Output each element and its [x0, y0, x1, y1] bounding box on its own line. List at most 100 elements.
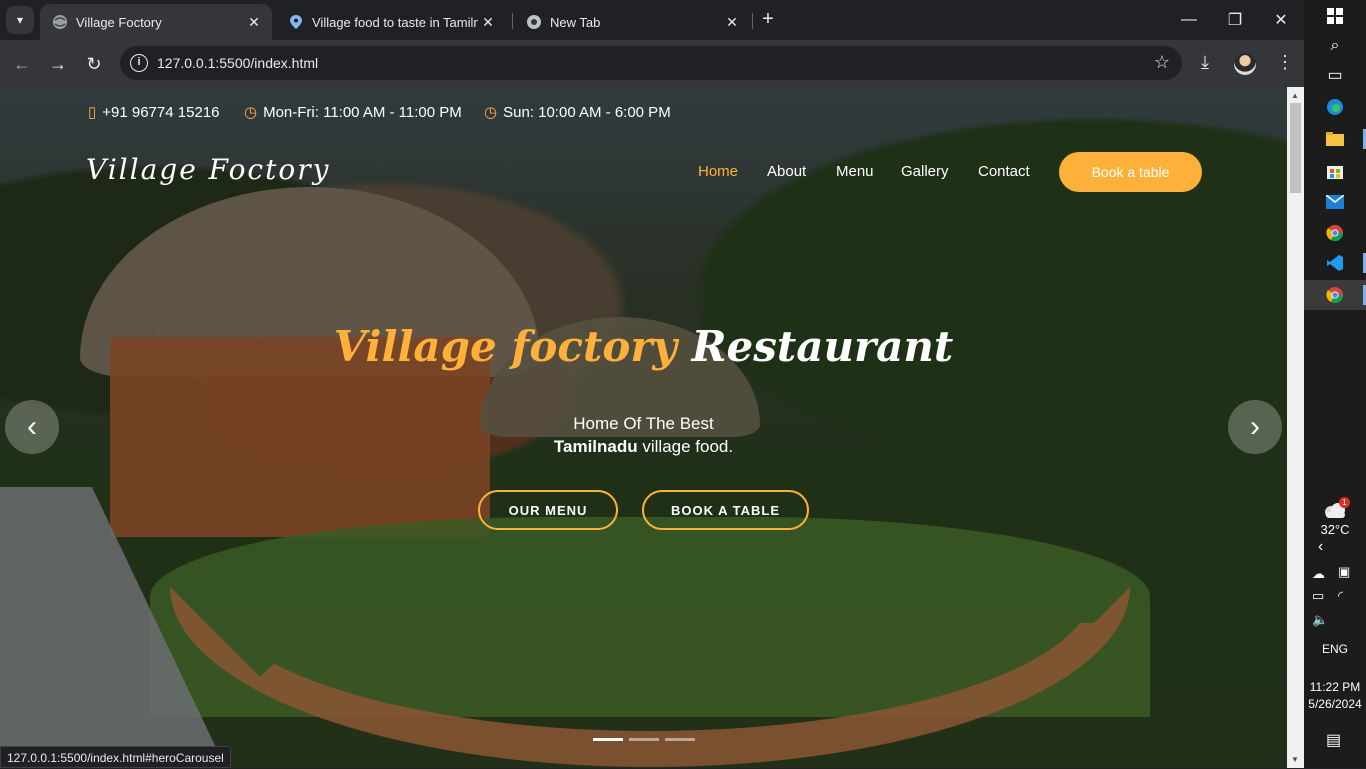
chevron-right-icon: › — [1250, 410, 1260, 443]
clock-date[interactable]: 5/26/2024 — [1304, 697, 1366, 711]
chrome-icon — [526, 14, 542, 30]
address-bar[interactable]: i 127.0.0.1:5500/index.html ☆ — [120, 46, 1182, 80]
hero-book-table-button[interactable]: BOOK A TABLE — [642, 490, 809, 530]
hero-subtitle-line1: Home Of The Best — [573, 414, 714, 433]
notifications-icon[interactable]: ▤ — [1326, 730, 1341, 750]
vscode-icon[interactable] — [1323, 251, 1347, 275]
hero-subtitle-rest: village food. — [637, 437, 734, 456]
notification-app-icon[interactable]: ▣ — [1338, 564, 1350, 580]
minimize-icon: — — [1181, 11, 1197, 28]
nav-about[interactable]: About — [767, 163, 806, 180]
chevron-left-icon: ‹ — [27, 410, 37, 443]
hero-title-rest: Restaurant — [691, 322, 954, 371]
carousel-indicator-3[interactable] — [665, 738, 695, 741]
close-tab-icon[interactable]: ✕ — [478, 14, 498, 31]
globe-icon — [52, 14, 68, 30]
chevron-down-icon: ▾ — [16, 13, 24, 27]
restore-icon: ❐ — [1227, 12, 1243, 29]
page-scrollbar[interactable]: ▲ ▼ — [1287, 87, 1304, 768]
battery-icon[interactable]: ▭ — [1312, 588, 1324, 604]
edge-icon[interactable] — [1323, 95, 1347, 119]
nav-home[interactable]: Home — [698, 163, 738, 180]
contact-sunday-hours: ◷ Sun: 10:00 AM - 6:00 PM — [484, 103, 671, 122]
clock-icon: ◷ — [244, 104, 258, 121]
nav-gallery[interactable]: Gallery — [901, 163, 949, 180]
arrow-left-icon: ← — [13, 53, 31, 74]
nav-contact[interactable]: Contact — [978, 163, 1030, 180]
scroll-down-arrow-icon[interactable]: ▼ — [1291, 755, 1299, 764]
hero-title: Village foctory Restaurant — [0, 322, 1287, 371]
tab-village-foctory[interactable]: Village Foctory ✕ — [40, 4, 272, 40]
download-icon[interactable]: ⤓ — [1201, 52, 1209, 73]
restore-button[interactable]: ❐ — [1212, 0, 1258, 40]
volume-icon[interactable]: 🔈 — [1312, 612, 1328, 628]
chrome-profile-icon[interactable] — [1323, 283, 1347, 307]
search-icon[interactable]: ⌕ — [1323, 34, 1347, 58]
store-icon[interactable] — [1323, 159, 1347, 183]
scrollbar-thumb[interactable] — [1290, 103, 1301, 193]
scroll-up-arrow-icon[interactable]: ▲ — [1291, 91, 1299, 100]
menu-dots-icon[interactable]: ⋮ — [1276, 52, 1294, 73]
clock-time[interactable]: 11:22 PM — [1304, 680, 1366, 694]
carousel-indicator-1[interactable] — [593, 738, 623, 741]
close-tab-icon[interactable]: ✕ — [244, 14, 264, 31]
browser-window: ▾ Village Foctory ✕ Village food to tast… — [0, 0, 1304, 768]
info-icon[interactable]: i — [130, 54, 148, 72]
windows-start-icon[interactable] — [1323, 4, 1347, 28]
site-logo[interactable]: Village Foctory — [86, 153, 330, 186]
tab-title: New Tab — [550, 14, 601, 30]
weather-cloud-icon: 1 — [1304, 497, 1366, 522]
chrome-icon[interactable] — [1323, 221, 1347, 245]
mail-icon[interactable] — [1323, 190, 1347, 214]
contact-phone: ▯ +91 96774 15216 — [88, 103, 220, 122]
close-window-button[interactable]: ✕ — [1258, 0, 1304, 40]
wifi-icon[interactable]: ◜ — [1338, 588, 1343, 604]
reload-button[interactable]: ↻ — [80, 50, 108, 78]
tab-separator — [752, 13, 753, 29]
tab-village-food[interactable]: Village food to taste in Tamilnadu ✕ — [276, 4, 506, 40]
carousel-indicator-2[interactable] — [629, 738, 659, 741]
tab-search-button[interactable]: ▾ — [6, 6, 34, 34]
forward-button[interactable]: → — [44, 50, 72, 78]
page-viewport: ▯ +91 96774 15216 ◷ Mon-Fri: 11:00 AM - … — [0, 87, 1287, 768]
hero-subtitle-bold: Tamilnadu — [553, 437, 638, 456]
browser-toolbar: ← → ↻ i 127.0.0.1:5500/index.html ☆ ⤓ ⋮ — [0, 40, 1304, 87]
close-tab-icon[interactable]: ✕ — [722, 14, 742, 31]
tab-bar: ▾ Village Foctory ✕ Village food to tast… — [0, 0, 1304, 40]
status-bar-url: 127.0.0.1:5500/index.html#heroCarousel — [0, 746, 231, 768]
hero-title-accent: Village foctory — [333, 322, 677, 371]
weather-badge: 1 — [1339, 497, 1350, 508]
weekday-hours-text: Mon-Fri: 11:00 AM - 11:00 PM — [263, 103, 462, 121]
carousel-next-button[interactable]: › — [1228, 400, 1282, 454]
url-text[interactable]: 127.0.0.1:5500/index.html — [157, 55, 318, 71]
tab-title: Village food to taste in Tamilnadu — [312, 14, 478, 30]
weather-widget[interactable]: 1 32°C — [1304, 497, 1366, 537]
input-language[interactable]: ENG — [1304, 642, 1366, 656]
weather-temp: 32°C — [1320, 522, 1350, 537]
bookmark-star-icon[interactable]: ☆ — [1154, 52, 1170, 73]
file-explorer-icon[interactable] — [1323, 127, 1347, 151]
book-table-button[interactable]: Book a table — [1059, 152, 1202, 192]
close-icon: ✕ — [1274, 12, 1288, 29]
windows-taskbar: ⌕ ▭ 1 32°C ‹ ☁ ▣ ▭ ◜ 🔈 ENG 11:22 PM 5/26… — [1304, 0, 1366, 768]
carousel-prev-button[interactable]: ‹ — [5, 400, 59, 454]
tab-title: Village Foctory — [76, 14, 162, 30]
task-view-icon[interactable]: ▭ — [1323, 63, 1347, 87]
tab-new-tab[interactable]: New Tab ✕ — [514, 4, 750, 40]
back-button[interactable]: ← — [8, 50, 36, 78]
phone-icon: ▯ — [88, 104, 97, 121]
phone-number: +91 96774 15216 — [102, 103, 220, 121]
profile-avatar[interactable] — [1234, 53, 1256, 75]
show-hidden-icons-icon[interactable]: ‹ — [1318, 538, 1323, 556]
sunday-hours-text: Sun: 10:00 AM - 6:00 PM — [503, 103, 671, 121]
minimize-button[interactable]: — — [1166, 0, 1212, 40]
new-tab-button[interactable]: + — [757, 8, 779, 32]
nav-menu[interactable]: Menu — [836, 163, 874, 180]
tab-separator — [512, 13, 513, 29]
arrow-right-icon: → — [49, 53, 67, 74]
onedrive-icon[interactable]: ☁ — [1312, 566, 1325, 582]
contact-weekday-hours: ◷ Mon-Fri: 11:00 AM - 11:00 PM — [244, 103, 462, 122]
plus-icon: + — [762, 8, 774, 30]
our-menu-button[interactable]: OUR MENU — [478, 490, 618, 530]
clock-icon: ◷ — [484, 104, 498, 121]
